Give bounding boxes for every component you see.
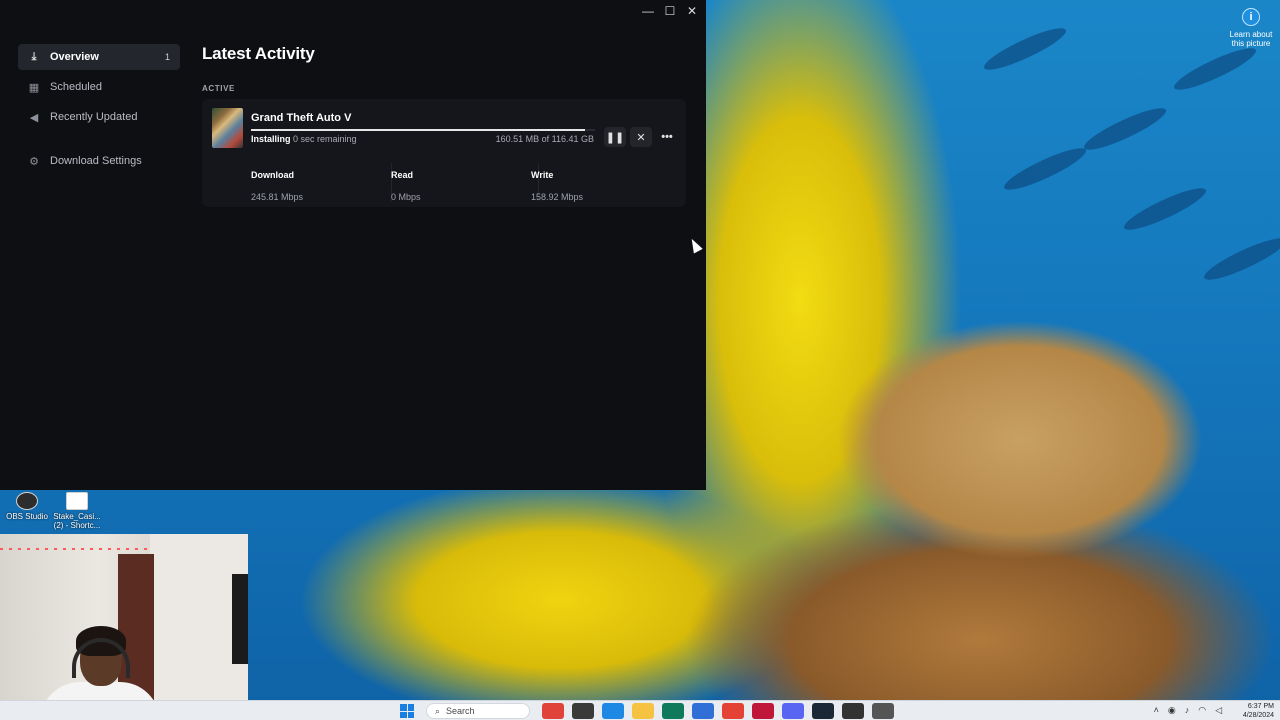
fish-shape	[1200, 231, 1280, 287]
game-title[interactable]: Grand Theft Auto V	[251, 112, 351, 124]
windows-logo-tile	[400, 704, 407, 711]
taskbar-search[interactable]: ⌕ Search	[426, 703, 530, 719]
maximize-button[interactable]: ☐	[660, 2, 680, 20]
desktop-icon-label: OBS Studio	[6, 512, 48, 521]
taskbar-app-icon[interactable]	[572, 703, 594, 719]
clock-time: 6:37 PM	[1247, 703, 1274, 710]
page-title: Latest Activity	[202, 44, 315, 63]
network-icon[interactable]: ◉	[1168, 705, 1176, 716]
download-icon: ⤓	[31, 50, 37, 63]
taskbar-app-icon[interactable]	[692, 703, 714, 719]
sidebar-item-download-settings[interactable]: ⚙ Download Settings	[18, 148, 180, 174]
sidebar-item-label: Download Settings	[50, 155, 142, 167]
desktop-icon-obs[interactable]: OBS Studio	[0, 492, 54, 521]
taskbar-app-icon[interactable]	[722, 703, 744, 719]
stat-label: Read	[391, 170, 414, 180]
status-text: Installing	[251, 134, 291, 144]
progress-fill	[251, 129, 585, 131]
taskbar-app-icon[interactable]	[662, 703, 684, 719]
webcam-shelf	[232, 574, 248, 664]
taskbar-app-icon[interactable]	[872, 703, 894, 719]
volume-icon[interactable]: ◁	[1215, 705, 1222, 716]
game-cover-image[interactable]	[212, 108, 243, 148]
close-button[interactable]: ✕	[682, 2, 702, 20]
taskbar-app-icon[interactable]	[632, 703, 654, 719]
download-size: 160.51 MB of 116.41 GB	[495, 134, 594, 144]
sidebar-item-scheduled[interactable]: ▦ Scheduled	[18, 74, 180, 100]
status-line: Installing 0 sec remaining	[251, 134, 357, 144]
info-icon: i	[1242, 8, 1260, 26]
taskbar-app-icon[interactable]	[782, 703, 804, 719]
sidebar-item-label: Scheduled	[50, 81, 102, 93]
taskbar-app-icon[interactable]	[542, 703, 564, 719]
wifi-icon[interactable]: ◠	[1198, 705, 1206, 716]
start-button[interactable]	[400, 704, 414, 718]
minimize-button[interactable]: —	[638, 2, 658, 20]
fish-shape	[1170, 41, 1260, 97]
calendar-icon: ▦	[28, 81, 40, 94]
webcam-overlay	[0, 534, 248, 720]
windows-logo-tile	[407, 711, 414, 718]
close-icon: ✕	[636, 131, 646, 144]
learn-about-picture-label: Learn about this picture	[1229, 30, 1273, 48]
remaining-text: 0 sec remaining	[293, 134, 357, 144]
search-placeholder: Search	[446, 706, 475, 716]
taskbar-clock[interactable]: 6:37 PM 4/28/2024	[1243, 702, 1274, 720]
desktop-icon-label: Stake_Casi... (2) - Shortc...	[53, 512, 101, 530]
clock-date: 4/28/2024	[1242, 712, 1274, 719]
fish-shape	[1000, 141, 1090, 197]
pause-button[interactable]: ❚❚	[604, 127, 626, 147]
learn-about-picture[interactable]: i Learn about this picture	[1228, 8, 1274, 48]
taskbar-app-icon[interactable]	[602, 703, 624, 719]
stat-download: Download 245.81 Mbps	[251, 170, 391, 202]
window-controls: — ☐ ✕	[638, 2, 702, 20]
chevron-up-icon[interactable]: ˄	[1154, 705, 1159, 716]
taskbar-app-icon[interactable]	[812, 703, 834, 719]
sidebar-item-overview[interactable]: ⤓ Overview 1	[18, 44, 180, 70]
windows-logo-tile	[407, 704, 414, 711]
desktop-icon-shortcut[interactable]: Stake_Casi... (2) - Shortc...	[50, 492, 104, 530]
microphone-icon[interactable]: ♪	[1185, 705, 1190, 716]
taskbar: ⌕ Search ˄ ◉ ♪ ◠ ◁ 6:37 PM 4/28/2024	[0, 700, 1280, 720]
stat-value: 0 Mbps	[391, 192, 421, 202]
fish-shape	[980, 21, 1070, 77]
sidebar-item-label: Overview	[50, 51, 99, 63]
obs-icon	[16, 492, 38, 510]
shortcut-icon	[66, 492, 88, 510]
more-icon: •••	[661, 131, 673, 143]
main-content: Latest Activity ACTIVE Grand Theft Auto …	[202, 44, 688, 207]
sidebar-item-recently-updated[interactable]: ◀ Recently Updated	[18, 104, 180, 130]
stat-read: Read 0 Mbps	[391, 170, 531, 202]
download-card[interactable]: Grand Theft Auto V Installing 0 sec rema…	[202, 99, 686, 207]
taskbar-apps	[542, 703, 894, 719]
app-window: — ☐ ✕ ⤓ Overview 1 ▦ Scheduled ◀ Recentl…	[0, 0, 706, 490]
download-stats: Download 245.81 Mbps Read 0 Mbps Write 1…	[251, 170, 671, 202]
stat-value: 158.92 Mbps	[531, 192, 584, 202]
cancel-button[interactable]: ✕	[630, 127, 652, 147]
gear-icon: ⚙	[29, 155, 39, 168]
stat-value: 245.81 Mbps	[251, 192, 304, 202]
stat-label: Download	[251, 170, 294, 180]
megaphone-icon: ◀	[29, 111, 39, 124]
pause-icon: ❚❚	[605, 131, 625, 144]
fish-shape	[1080, 101, 1170, 157]
taskbar-app-icon[interactable]	[752, 703, 774, 719]
search-icon: ⌕	[435, 705, 441, 716]
count-badge: 1	[164, 52, 170, 62]
fish-shape	[1120, 181, 1210, 237]
windows-logo-tile	[400, 711, 407, 718]
progress-bar	[251, 129, 595, 131]
taskbar-app-icon[interactable]	[842, 703, 864, 719]
sidebar: ⤓ Overview 1 ▦ Scheduled ◀ Recently Upda…	[18, 44, 180, 178]
system-tray: ˄ ◉ ♪ ◠ ◁	[1154, 705, 1222, 716]
sidebar-item-label: Recently Updated	[50, 111, 138, 123]
more-options-button[interactable]: •••	[656, 127, 678, 147]
stat-write: Write 158.92 Mbps	[531, 170, 671, 202]
stat-label: Write	[531, 170, 554, 180]
section-label-active: ACTIVE	[202, 84, 235, 93]
